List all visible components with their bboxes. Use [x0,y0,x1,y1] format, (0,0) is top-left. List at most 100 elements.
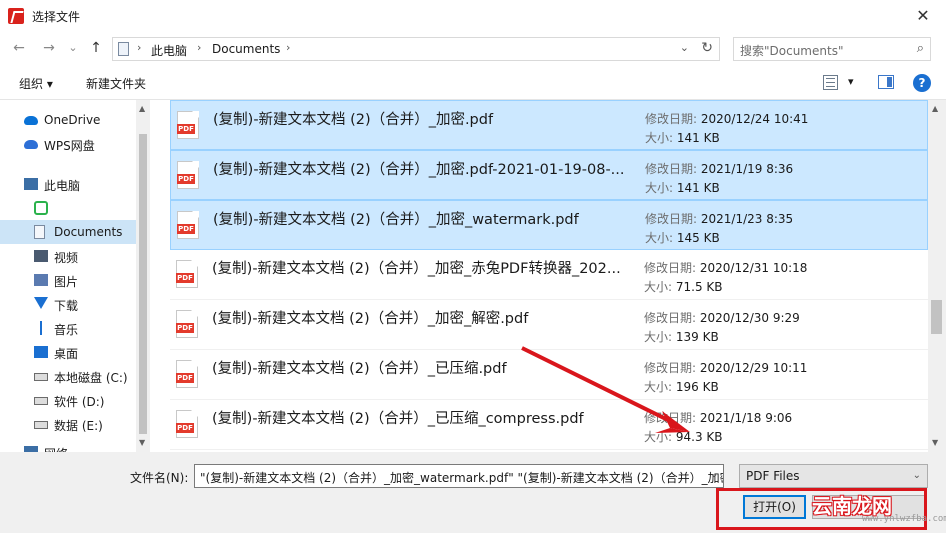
document-icon [34,225,45,239]
back-button[interactable]: ← [10,39,28,57]
file-size-line: 大小: 141 KB [645,179,720,196]
sidebar-item[interactable]: 本地磁盘 (C:) [0,364,136,388]
breadcrumb-separator: › [137,41,142,54]
drive-icon [34,421,48,429]
file-date: 2020/12/31 10:18 [699,261,808,275]
filename-dropdown-button[interactable]: ⌄ [710,469,718,480]
file-date: 2021/1/19 8:36 [700,162,794,176]
sidebar-item[interactable]: 音乐 [0,316,136,340]
search-icon: ⌕ [916,41,924,56]
file-size-line: 大小: 141 KB [645,129,720,146]
sidebar-item[interactable]: OneDrive [0,108,136,132]
file-row[interactable]: PDF (复制)-新建文本文档 (2)（合并）_加密_赤兔PDF转换器_202..… [170,250,928,300]
size-label: 大小: [644,280,673,294]
sidebar-item-label: WPS网盘 [44,139,95,153]
preview-pane-icon[interactable] [878,75,894,89]
date-label: 修改日期: [645,212,698,226]
scroll-down-arrow[interactable]: ▼ [139,438,145,447]
pdf-file-icon: PDF [176,410,198,438]
sidebar-item[interactable]: 桌面 [0,340,136,364]
pdf-file-icon: PDF [177,111,199,139]
scroll-up-arrow[interactable]: ▲ [932,104,938,113]
sidebar-item-label: 音乐 [54,323,79,337]
file-date-line: 修改日期: 2020/12/24 10:41 [645,110,808,127]
file-size: 94.3 KB [675,430,723,444]
sidebar-item-label: 此电脑 [44,179,81,193]
date-label: 修改日期: [644,411,697,425]
address-dropdown-button[interactable]: ⌄ [680,41,689,54]
address-bar-row: ← → ⌄ ↑ › 此电脑 › Documents › ⌄ ↻ 搜索"Docum… [0,33,946,63]
desktop-icon [34,346,48,358]
help-icon[interactable]: ? [913,74,931,92]
file-list: PDF (复制)-新建文本文档 (2)（合并）_加密.pdf 修改日期: 2020/… [150,100,928,452]
sidebar-item[interactable]: 数据 (E:) [0,412,136,436]
filetype-value: PDF Files [746,469,800,483]
file-name: (复制)-新建文本文档 (2)（合并）_已压缩_compress.pdf [212,411,584,427]
organize-button[interactable]: 组织 ▾ [19,75,53,92]
file-name: (复制)-新建文本文档 (2)（合并）_加密_解密.pdf [212,311,529,327]
scroll-thumb[interactable] [931,300,942,334]
sidebar-item-label: 本地磁盘 (C:) [54,371,128,385]
sidebar-item[interactable]: WPS网盘 [0,132,136,156]
breadcrumb-this-pc[interactable]: 此电脑 [151,42,187,59]
address-field[interactable]: › 此电脑 › Documents › ⌄ ↻ [112,37,720,61]
new-folder-button[interactable]: 新建文件夹 [86,75,146,92]
file-date: 2021/1/18 9:06 [699,411,793,425]
recent-locations-button[interactable]: ⌄ [64,39,82,57]
breadcrumb-documents[interactable]: Documents [212,42,280,56]
file-row[interactable]: PDF (复制)-新建文本文档 (2)（合并）_加密_watermark.pdf 修… [170,200,928,250]
filetype-select[interactable]: PDF Files ⌄ [739,464,928,488]
file-size: 141 KB [676,131,720,145]
file-size-line: 大小: 145 KB [645,229,720,246]
date-label: 修改日期: [644,361,697,375]
sidebar-item[interactable]: Documents [0,220,136,244]
sidebar-item[interactable]: 此电脑 [0,172,136,196]
sidebar-item-label: OneDrive [44,113,101,127]
file-row[interactable]: PDF (复制)-新建文本文档 (2)（合并）_加密_解密.pdf 修改日期: 20… [170,300,928,350]
sidebar-item[interactable]: 软件 (D:) [0,388,136,412]
sidebar-item[interactable]: 网络 [0,440,136,452]
app-icon [34,201,48,215]
view-options-icon[interactable] [823,75,838,90]
file-list-scrollbar[interactable]: ▲ ▼ [928,100,946,452]
scroll-down-arrow[interactable]: ▼ [932,438,938,447]
search-input[interactable]: 搜索"Documents" ⌕ [733,37,931,61]
file-date-line: 修改日期: 2020/12/30 9:29 [644,309,800,326]
navigation-scrollbar[interactable]: ▲ ▼ [136,100,150,452]
refresh-button[interactable]: ↻ [701,40,713,56]
breadcrumb-separator: › [197,41,202,54]
file-name: (复制)-新建文本文档 (2)（合并）_加密.pdf-2021-01-19-08… [213,162,625,178]
filename-input[interactable]: "(复制)-新建文本文档 (2)（合并）_加密_watermark.pdf" "… [194,464,724,488]
cloud-icon [24,140,38,149]
size-label: 大小: [645,231,674,245]
scroll-up-arrow[interactable]: ▲ [139,104,145,113]
file-row[interactable]: PDF (复制)-新建文本文档 (2)（合并）_加密.pdf-2021-01-19… [170,150,928,200]
view-dropdown-button[interactable]: ▾ [848,75,854,88]
sidebar-item-label: 数据 (E:) [54,419,103,433]
close-button[interactable]: ✕ [900,0,946,32]
sidebar-item-label: 图片 [54,275,79,289]
sidebar-item[interactable]: 图片 [0,268,136,292]
pdf-badge: PDF [177,174,195,184]
forward-button[interactable]: → [40,39,58,57]
file-row[interactable]: PDF (复制)-新建文本文档 (2)（合并）_已压缩_compress.pdf 修… [170,400,928,450]
sidebar-item[interactable]: 视频 [0,244,136,268]
pdf-badge: PDF [177,224,195,234]
sidebar-item-label: 视频 [54,251,79,265]
file-date-line: 修改日期: 2020/12/31 10:18 [644,259,807,276]
cloud-icon [24,116,38,125]
file-size-line: 大小: 196 KB [644,378,719,395]
search-placeholder: 搜索"Documents" [740,44,844,58]
file-row[interactable]: PDF (复制)-新建文本文档 (2)（合并）_已压缩.pdf 修改日期: 2020… [170,350,928,400]
scroll-thumb[interactable] [139,134,147,434]
up-button[interactable]: ↑ [87,39,105,57]
sidebar-item[interactable]: 下载 [0,292,136,316]
file-row[interactable]: PDF (复制)-新建文本文档 (2)（合并）_加密.pdf 修改日期: 2020/… [170,100,928,150]
command-toolbar: 组织 ▾ 新建文件夹 ▾ ? [0,66,946,100]
drive-icon [34,397,48,405]
pdf-file-icon: PDF [176,260,198,288]
sidebar-item[interactable] [0,196,136,220]
date-label: 修改日期: [645,162,698,176]
sidebar-item-label: 软件 (D:) [54,395,105,409]
file-date-line: 修改日期: 2020/12/29 10:11 [644,359,807,376]
